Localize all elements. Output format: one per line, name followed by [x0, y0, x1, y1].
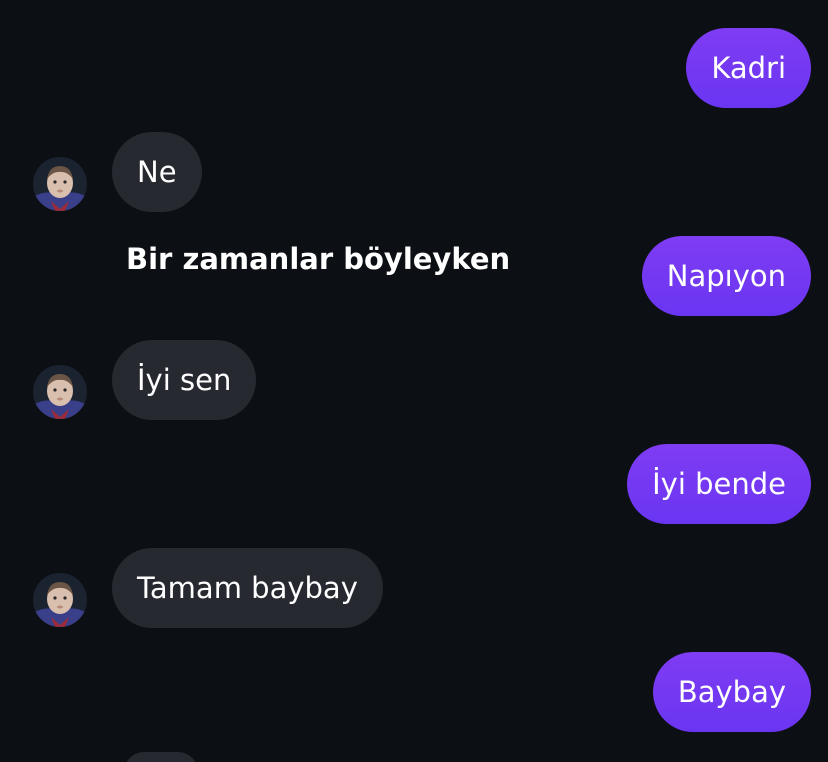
avatar-photo-icon [33, 365, 87, 419]
chat-thread: Kadri Ne Bir zamanlar böyleyken Napıyon [0, 0, 828, 762]
message-text: Kadri [711, 50, 786, 85]
message-text: Baybay [677, 674, 786, 709]
message-bubble-received[interactable]: İyi sen [112, 340, 257, 420]
sender-avatar[interactable] [33, 157, 87, 211]
message-bubble-received-partial[interactable] [124, 752, 198, 762]
message-bubble-sent[interactable]: İyi bende [627, 444, 811, 524]
message-text: Tamam baybay [137, 570, 358, 605]
message-bubble-received[interactable]: Tamam baybay [112, 548, 383, 628]
sender-avatar[interactable] [33, 573, 87, 627]
message-bubble-sent[interactable]: Baybay [652, 652, 811, 732]
message-bubble-sent[interactable]: Kadri [686, 28, 811, 108]
message-text: İyi bende [652, 466, 786, 501]
sender-avatar[interactable] [33, 365, 87, 419]
avatar-photo-icon [33, 573, 87, 627]
message-bubble-sent[interactable]: Napıyon [641, 236, 811, 316]
avatar-photo-icon [33, 157, 87, 211]
message-bubble-received[interactable]: Ne [112, 132, 202, 212]
story-reply-caption: Bir zamanlar böyleyken [126, 242, 511, 276]
message-text: Napıyon [666, 258, 786, 293]
message-text: İyi sen [137, 362, 232, 397]
message-text: Ne [137, 154, 177, 189]
